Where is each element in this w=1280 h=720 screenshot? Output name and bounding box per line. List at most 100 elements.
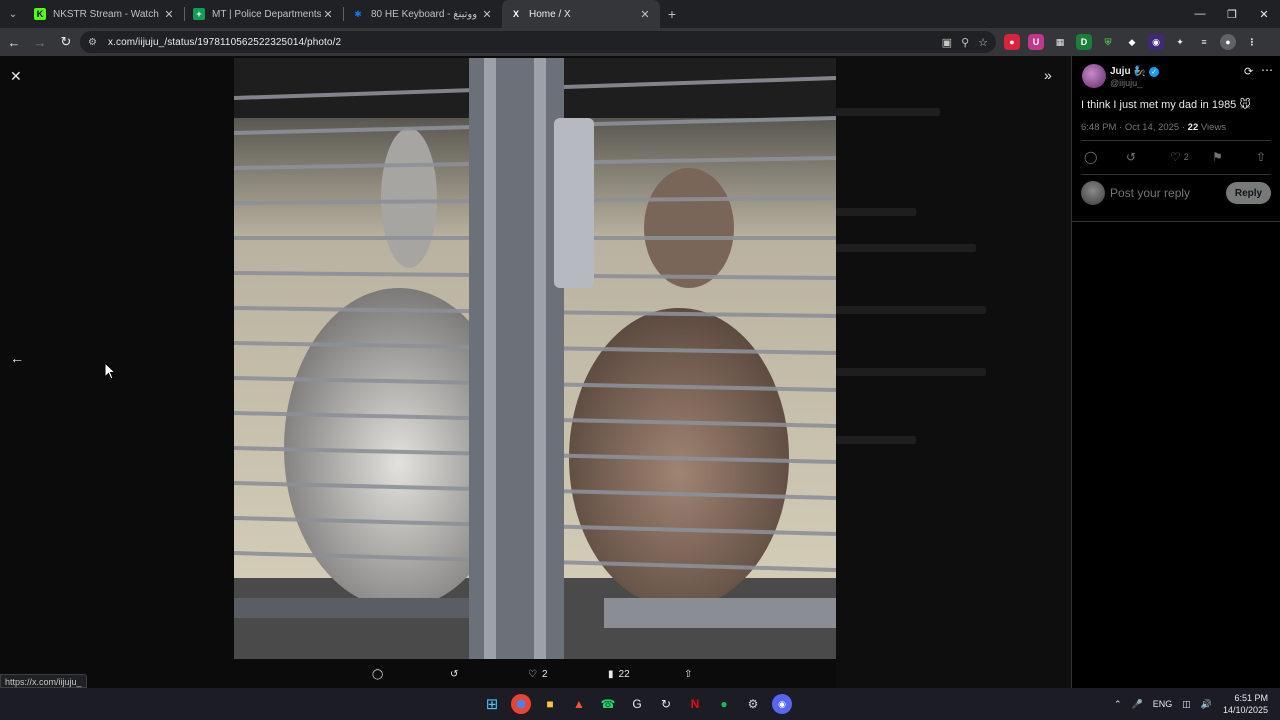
close-tab-icon[interactable]: ✕	[480, 8, 494, 21]
microphone-icon[interactable]: 🎤	[1132, 699, 1143, 710]
close-tab-icon[interactable]: ✕	[162, 8, 176, 21]
like-action[interactable]: ♡ 2	[528, 669, 548, 680]
windows-start-icon[interactable]: ⊞	[482, 694, 502, 714]
author-handle[interactable]: @iijuju_	[1110, 78, 1142, 88]
author-display-name[interactable]: Juju	[1110, 66, 1131, 77]
bookmark-star-icon[interactable]: ☆	[978, 36, 988, 49]
close-tab-icon[interactable]: ✕	[321, 8, 335, 21]
forward-button[interactable]: →	[28, 30, 52, 54]
g-app-icon[interactable]: G	[627, 694, 647, 714]
x-logo-icon: X	[512, 9, 519, 19]
netflix-icon[interactable]: N	[685, 694, 705, 714]
tab-home-x[interactable]: X Home / X ✕	[502, 0, 660, 28]
url-text[interactable]: x.com/iijuju_/status/1978110562522325014…	[108, 37, 341, 48]
divider	[1072, 221, 1280, 222]
system-tray: ⌃ 🎤 ENG ◫ 🔊	[1114, 688, 1212, 720]
tab-title: NKSTR Stream - Watch Live on	[53, 8, 162, 20]
previous-photo-icon[interactable]: ←	[10, 350, 24, 366]
reply-submit-button[interactable]: Reply	[1226, 182, 1271, 204]
restore-icon[interactable]: ❐	[1216, 0, 1248, 28]
extension-grid-icon[interactable]: ▦	[1052, 34, 1068, 50]
collapse-sidebar-icon[interactable]: »	[1044, 67, 1052, 83]
display-icon[interactable]: ◫	[1182, 699, 1191, 710]
site-info-icon[interactable]: ⚙	[88, 37, 102, 48]
sheets-favicon-icon: +	[193, 8, 205, 20]
views-label: Views	[1198, 122, 1227, 133]
extension-red-icon[interactable]: ●	[1004, 34, 1020, 50]
grok-icon[interactable]: ⟳	[1244, 65, 1253, 78]
spotify-icon[interactable]: ●	[714, 694, 734, 714]
repost-icon: ↺	[1126, 150, 1137, 164]
heart-icon: ♡	[1170, 150, 1181, 164]
extension-shield-icon[interactable]: ⛨	[1100, 34, 1116, 50]
tab-police-departments[interactable]: + MT | Police Departments v7.0 - ✕	[185, 0, 343, 28]
omnibox-actions: ▣ ⚲ ☆	[942, 31, 988, 53]
tray-overflow-icon[interactable]: ⌃	[1114, 699, 1122, 710]
zoom-icon[interactable]: ⚲	[961, 36, 969, 49]
reply-action[interactable]: ◯	[372, 669, 383, 680]
whatsapp-icon[interactable]: ☎	[598, 694, 618, 714]
extensions-area: ● U ▦ D ⛨ ◆ ◉ ✦ ≡ ● ⋮	[1004, 28, 1260, 56]
share-button[interactable]: ⇧	[1256, 150, 1266, 164]
cast-icon[interactable]: ▣	[942, 36, 952, 49]
chrome-icon[interactable]	[511, 694, 531, 714]
views-action[interactable]: ▮ 22	[608, 669, 630, 680]
bookmark-button[interactable]: ⚑	[1212, 150, 1223, 164]
repost-button[interactable]: ↺	[1126, 150, 1136, 164]
author-name-row[interactable]: Juju 🧞 ✓	[1110, 66, 1160, 77]
reading-list-icon[interactable]: ≡	[1196, 34, 1212, 50]
tweet-photo[interactable]	[234, 58, 836, 659]
share-icon: ⇧	[684, 668, 693, 680]
tab-keyboard[interactable]: ✱ 80 HE Keyboard - كيبورد ووتينغ ✕	[344, 0, 502, 28]
close-window-icon[interactable]: ✕	[1248, 0, 1280, 28]
tweet-timestamp[interactable]: 6:48 PM · Oct 14, 2025 ·	[1081, 122, 1188, 133]
more-options-icon[interactable]: ⋯	[1261, 63, 1273, 77]
dimmed-text	[836, 306, 986, 314]
verified-badge-icon: ✓	[1149, 66, 1160, 77]
tab-strip: ⌄ K NKSTR Stream - Watch Live on ✕ + MT …	[0, 0, 1280, 28]
repost-action[interactable]: ↺	[450, 669, 458, 680]
reply-button[interactable]: ◯	[1084, 150, 1097, 164]
close-tab-icon[interactable]: ✕	[638, 8, 652, 21]
link-status-bubble: https://x.com/iijuju_	[0, 674, 87, 688]
discord-icon[interactable]: ◉	[772, 694, 792, 714]
tab-nkstr[interactable]: K NKSTR Stream - Watch Live on ✕	[26, 0, 184, 28]
file-explorer-icon[interactable]: ■	[540, 694, 560, 714]
tweet-meta: 6:48 PM · Oct 14, 2025 · 22 Views	[1081, 122, 1226, 133]
new-tab-button[interactable]: +	[660, 6, 684, 22]
volume-icon[interactable]: 🔊	[1201, 699, 1212, 710]
sync-app-icon[interactable]: ↻	[656, 694, 676, 714]
close-viewer-icon[interactable]: ✕	[10, 68, 22, 85]
steam-icon[interactable]: ⚙	[743, 694, 763, 714]
share-action[interactable]: ⇧	[684, 669, 692, 680]
extension-eye-icon[interactable]: ◉	[1148, 34, 1164, 50]
reload-button[interactable]: ↻	[54, 30, 78, 54]
system-clock[interactable]: 6:51 PM 14/10/2025	[1223, 692, 1268, 716]
profile-avatar-icon[interactable]: ●	[1220, 34, 1236, 50]
like-count: 2	[541, 668, 548, 680]
extension-diamond-icon[interactable]: ◆	[1124, 34, 1140, 50]
language-indicator[interactable]: ENG	[1153, 699, 1173, 709]
taskbar-apps: ⊞ ■ ▲ ☎ G ↻ N ● ⚙ ◉	[482, 688, 792, 720]
rabbit-cage-photo-icon	[234, 58, 836, 659]
divider	[1081, 140, 1271, 141]
reply-input[interactable]: Post your reply	[1110, 186, 1190, 200]
taskbar: ⊞ ■ ▲ ☎ G ↻ N ● ⚙ ◉ ⌃ 🎤 ENG ◫ 🔊 6:51 PM …	[0, 688, 1280, 720]
back-button[interactable]: ←	[2, 30, 26, 54]
tweet-text: I think I just met my dad in 1985 🐭	[1081, 99, 1251, 111]
extension-pink-icon[interactable]: U	[1028, 34, 1044, 50]
tab-search-button[interactable]: ⌄	[0, 0, 26, 28]
dimmed-text	[836, 244, 976, 252]
extensions-puzzle-icon[interactable]: ✦	[1172, 34, 1188, 50]
minimize-icon[interactable]: —	[1184, 0, 1216, 28]
extension-d-icon[interactable]: D	[1076, 34, 1092, 50]
tab-title: MT | Police Departments v7.0 -	[212, 8, 321, 20]
browser-menu-icon[interactable]: ⋮	[1244, 34, 1260, 50]
brave-icon[interactable]: ▲	[569, 694, 589, 714]
tweet-detail-panel: Juju 🧞 ✓ @iijuju_ ⟳ ⋯ I think I just met…	[1071, 56, 1280, 688]
like-button[interactable]: ♡ 2	[1170, 150, 1189, 164]
dimmed-text	[836, 436, 916, 444]
views-count: 22	[618, 668, 630, 680]
author-avatar[interactable]	[1082, 64, 1106, 88]
address-bar[interactable]: ⚙ x.com/iijuju_/status/19781105625223250…	[80, 31, 996, 53]
